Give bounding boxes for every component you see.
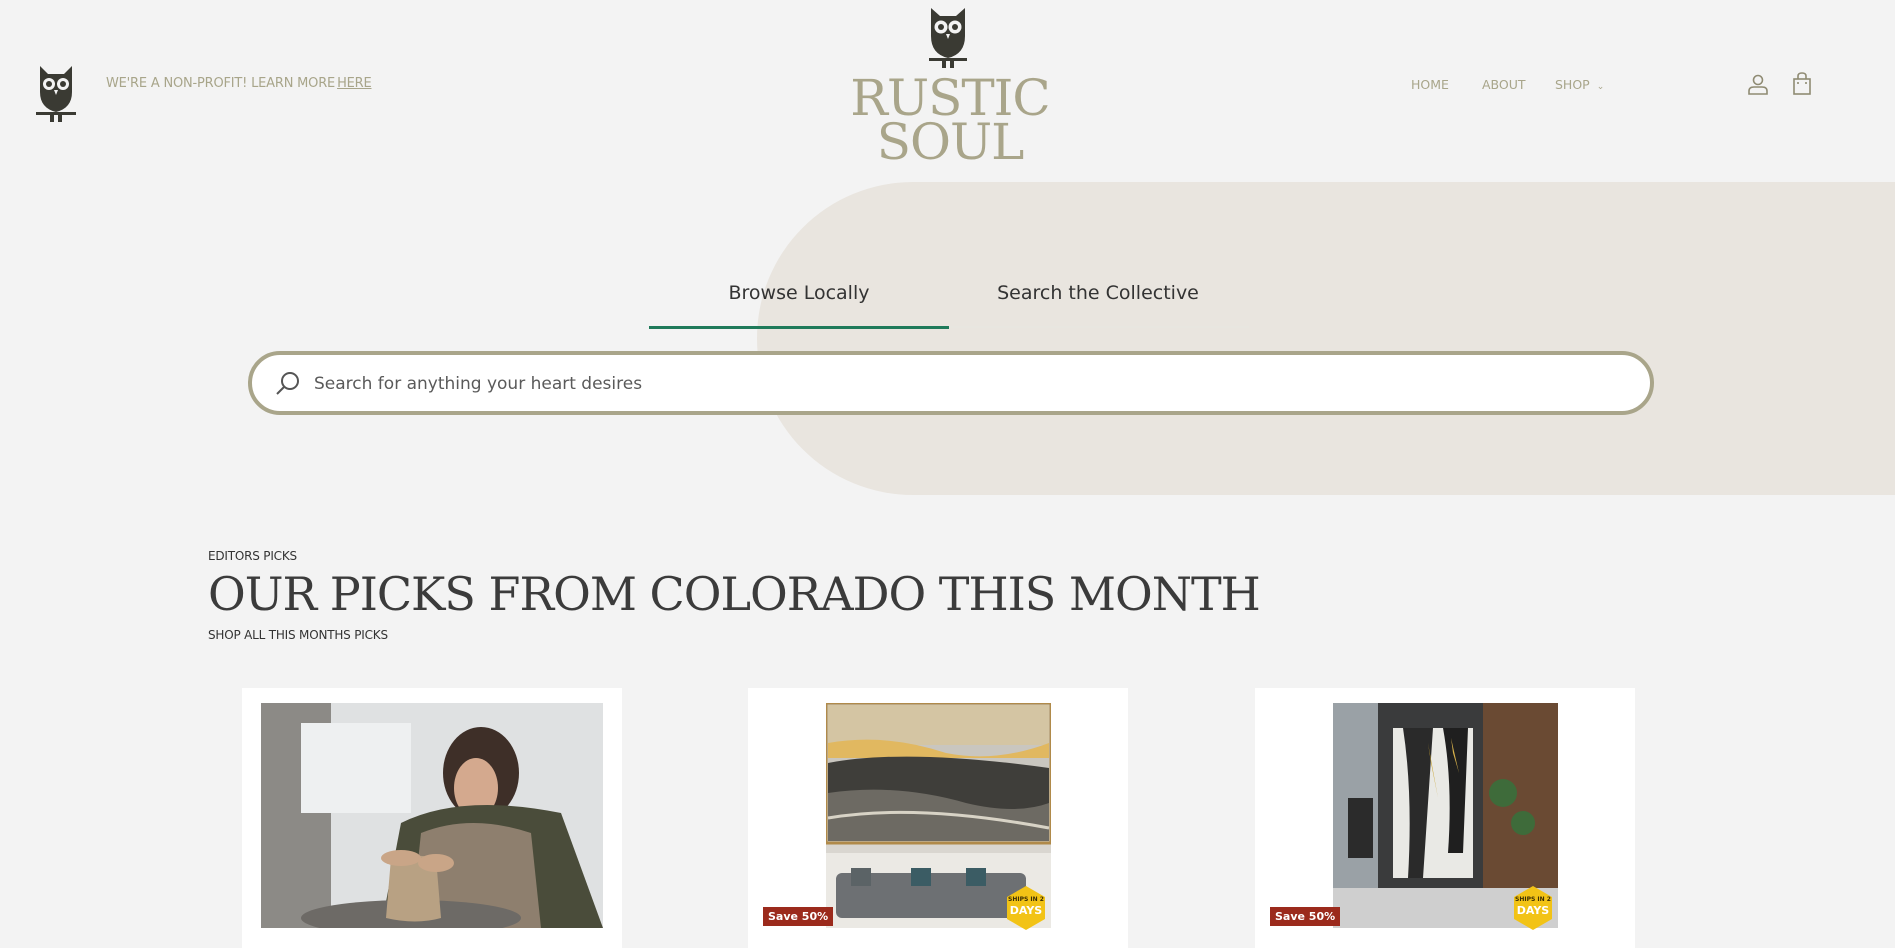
section-eyebrow: EDITORS PICKS — [208, 549, 297, 563]
owl-logo-icon[interactable] — [34, 62, 78, 124]
hero-background-shape — [757, 182, 1895, 495]
tab-underline-inactive — [949, 326, 1249, 328]
tab-browse-locally[interactable]: Browse Locally — [649, 282, 949, 304]
product-image-potter[interactable] — [261, 703, 603, 928]
svg-text:SHIPS IN 2: SHIPS IN 2 — [1008, 896, 1044, 903]
tab-underline-active — [649, 326, 949, 329]
tab-search-collective[interactable]: Search the Collective — [948, 282, 1248, 304]
svg-text:SHIPS IN 2: SHIPS IN 2 — [1515, 896, 1551, 903]
owl-logo-icon[interactable] — [925, 4, 971, 68]
ships-in-2-days-badge-icon: SHIPS IN 2 DAYS — [1007, 886, 1045, 930]
product-card[interactable] — [242, 688, 622, 948]
promo-learn-more-link[interactable]: HERE — [337, 76, 372, 91]
sale-badge: Save 50% — [1270, 907, 1341, 926]
search-icon[interactable] — [274, 370, 302, 398]
shopping-bag-icon[interactable] — [1790, 72, 1814, 96]
ships-in-2-days-badge-icon: SHIPS IN 2 DAYS — [1514, 886, 1552, 930]
nav-about[interactable]: ABOUT — [1482, 77, 1526, 92]
brand-wordmark[interactable]: RUSTIC SOUL — [850, 73, 1050, 171]
svg-text:DAYS: DAYS — [1010, 904, 1043, 917]
search-input[interactable] — [312, 355, 1616, 413]
svg-text:DAYS: DAYS — [1517, 904, 1550, 917]
product-card[interactable]: Save 50% SHIPS IN 2 DAYS — [748, 688, 1128, 948]
nav-home[interactable]: HOME — [1411, 77, 1449, 92]
section-title: OUR PICKS FROM COLORADO THIS MONTH — [208, 567, 1261, 621]
product-card[interactable]: Save 50% SHIPS IN 2 DAYS — [1255, 688, 1635, 948]
promo-banner: WE'RE A NON-PROFIT! LEARN MORE HERE — [106, 76, 372, 91]
sale-badge: Save 50% — [763, 907, 834, 926]
search-bar[interactable] — [248, 351, 1654, 415]
brand-line-2: SOUL — [876, 113, 1025, 171]
promo-text: WE'RE A NON-PROFIT! LEARN MORE — [106, 76, 336, 91]
shop-all-picks-link[interactable]: SHOP ALL THIS MONTHS PICKS — [208, 628, 388, 642]
chevron-down-icon: ⌄ — [1596, 82, 1605, 92]
nav-shop-label: SHOP — [1555, 77, 1590, 92]
nav-shop[interactable]: SHOP ⌄ — [1555, 77, 1604, 92]
account-icon[interactable] — [1746, 72, 1770, 96]
